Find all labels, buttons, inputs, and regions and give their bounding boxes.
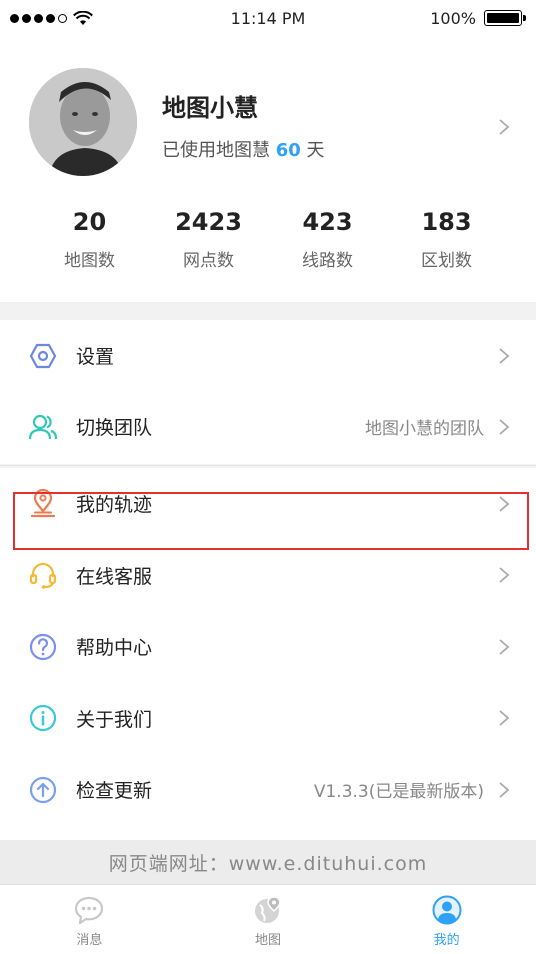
menu-item-about-us[interactable]: 关于我们	[0, 683, 536, 755]
user-circle-icon	[432, 895, 462, 925]
menu-label: 在线客服	[76, 565, 153, 588]
stat-regions[interactable]: 183 区划数	[392, 208, 502, 271]
headset-icon	[28, 560, 58, 590]
stat-label: 网点数	[183, 251, 234, 271]
tab-messages[interactable]: 消息	[0, 885, 179, 954]
divider	[0, 465, 536, 466]
menu-item-online-service[interactable]: 在线客服	[0, 540, 536, 612]
battery-percent: 100%	[430, 8, 476, 28]
menu-item-settings[interactable]: 设置	[0, 320, 536, 391]
wifi-icon	[73, 10, 93, 25]
menu-item-my-track[interactable]: 我的轨迹	[0, 468, 536, 540]
current-team-value: 地图小慧的团队	[365, 419, 484, 439]
chevron-right-icon	[499, 418, 510, 435]
stats-row: 20 地图数 2423 网点数 423 线路数 183 区划数	[0, 208, 536, 271]
web-address: 网页端网址：www.e.dituhui.com	[0, 840, 536, 884]
menu-item-switch-team[interactable]: 切换团队 地图小慧的团队	[0, 391, 536, 462]
version-value: V1.3.3(已是最新版本)	[313, 782, 484, 803]
chevron-right-icon	[499, 710, 510, 726]
stat-label: 线路数	[302, 251, 353, 271]
menu-group-general: 我的轨迹 在线客服 帮助中心 关于我们 检查更新 V1.3.3(已是最新版本)	[0, 468, 536, 840]
chevron-right-icon	[499, 496, 510, 512]
usage-days-suffix: 天	[306, 140, 325, 161]
chevron-right-icon	[499, 639, 510, 655]
battery-fill	[487, 13, 519, 23]
upload-arrow-icon	[28, 775, 58, 805]
stat-maps[interactable]: 20 地图数	[35, 208, 145, 271]
gear-hexagon-icon	[28, 341, 58, 371]
menu-item-check-update[interactable]: 检查更新 V1.3.3(已是最新版本)	[0, 754, 536, 826]
stat-value: 423	[302, 208, 353, 236]
location-pin-icon	[28, 488, 58, 519]
question-icon	[28, 632, 58, 662]
menu-label: 关于我们	[76, 708, 153, 731]
user-name: 地图小慧	[162, 94, 258, 122]
profile-card[interactable]: 地图小慧 已使用地图慧 60 天 20 地图数 2423 网点数 423 线路数…	[0, 36, 536, 302]
stat-label: 区划数	[421, 251, 472, 271]
stat-value: 2423	[175, 208, 242, 236]
menu-item-help-center[interactable]: 帮助中心	[0, 611, 536, 683]
avatar[interactable]	[29, 68, 137, 176]
stat-value: 183	[421, 208, 472, 236]
avatar-portrait-icon	[29, 68, 137, 176]
battery-icon	[484, 10, 526, 26]
menu-label: 帮助中心	[76, 637, 153, 660]
chevron-right-icon	[499, 782, 510, 798]
globe-pin-icon	[255, 896, 281, 923]
tab-label: 我的	[433, 933, 460, 948]
usage-days-value: 60	[275, 140, 301, 161]
chevron-right-icon	[499, 567, 510, 583]
team-users-icon	[28, 412, 58, 442]
signal-area	[10, 10, 93, 26]
status-bar: 11:14 PM 100%	[0, 0, 536, 36]
stat-value: 20	[72, 208, 107, 236]
menu-label: 检查更新	[76, 780, 153, 803]
tab-mine[interactable]: 我的	[357, 885, 536, 954]
chat-bubble-icon	[75, 896, 104, 925]
tab-bar: 消息 地图 我的	[0, 884, 536, 954]
stat-points[interactable]: 2423 网点数	[154, 208, 264, 271]
menu-group-account: 设置 切换团队 地图小慧的团队	[0, 320, 536, 464]
info-icon	[28, 703, 58, 733]
stat-routes[interactable]: 423 线路数	[273, 208, 383, 271]
tab-label: 消息	[76, 933, 103, 948]
chevron-right-icon[interactable]	[498, 118, 510, 136]
signal-strength-icon	[10, 13, 67, 23]
menu-label: 切换团队	[76, 417, 153, 439]
chevron-right-icon	[499, 347, 510, 364]
menu-label: 我的轨迹	[76, 494, 153, 517]
usage-days-prefix: 已使用地图慧	[162, 140, 270, 161]
tab-map[interactable]: 地图	[179, 885, 358, 954]
stat-label: 地图数	[64, 251, 115, 271]
menu-label: 设置	[76, 346, 115, 368]
tab-label: 地图	[255, 933, 282, 948]
usage-days: 已使用地图慧 60 天	[162, 136, 325, 162]
